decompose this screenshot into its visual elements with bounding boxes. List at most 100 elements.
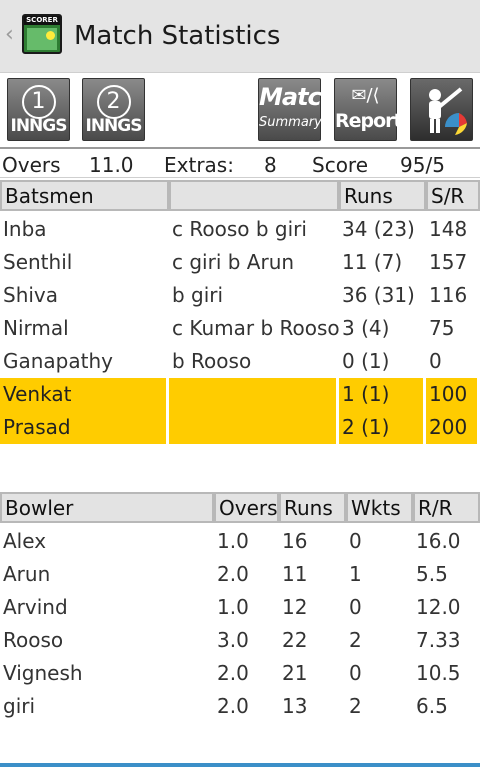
batting-row[interactable]: Senthil c giri b Arun 11 (7) 157	[0, 246, 480, 279]
bowling-row[interactable]: Rooso 3.0 22 2 7.33	[0, 624, 480, 657]
runs-header: Runs	[339, 180, 426, 211]
bowling-header-row: Bowler Overs Runs Wkts R/R	[0, 492, 480, 525]
bowler-name: Vignesh	[3, 661, 83, 685]
bowling-row[interactable]: Alex 1.0 16 0 16.0	[0, 525, 480, 558]
reports-button[interactable]: ✉/⟨ Reports	[334, 78, 413, 141]
bottom-accent-line	[0, 763, 480, 767]
bowling-row[interactable]: giri 2.0 13 2 6.5	[0, 690, 480, 723]
batsman-analysis-button[interactable]	[410, 78, 473, 141]
batting-row[interactable]: Nirmal c Kumar b Rooso 3 (4) 75	[0, 312, 480, 345]
batsman-chart-icon	[429, 87, 467, 135]
match-summary-button[interactable]: Match Summary	[258, 78, 338, 141]
app-logo-text: SCORER	[24, 16, 60, 25]
app-logo-icon[interactable]: SCORER	[22, 14, 62, 54]
runs-value: 0 (1)	[342, 349, 390, 373]
dismissal-text: c giri b Arun	[172, 250, 295, 274]
overs-value: 2.0	[217, 661, 249, 685]
overs-value: 1.0	[217, 529, 249, 553]
dismissal-header	[169, 180, 339, 211]
wickets-value: 2	[349, 694, 362, 718]
bowler-name: Rooso	[3, 628, 64, 652]
divider	[0, 177, 480, 178]
bowler-header: Bowler	[0, 492, 214, 523]
batting-row[interactable]: Ganapathy b Rooso 0 (1) 0	[0, 345, 480, 378]
batsman-name: Prasad	[0, 411, 169, 444]
batsman-name: Senthil	[3, 250, 73, 274]
runs-value: 13	[282, 694, 308, 718]
innings-number: 1	[21, 85, 56, 119]
strike-rate-value: 157	[429, 250, 468, 274]
extras-value: 8	[264, 153, 277, 177]
strike-rate-value: 75	[429, 316, 455, 340]
wickets-value: 0	[349, 529, 362, 553]
run-rate-value: 6.5	[416, 694, 448, 718]
batting-header-row: Batsmen Runs S/R	[0, 180, 480, 213]
page-title: Match Statistics	[74, 21, 281, 51]
runs-value: 11 (7)	[342, 250, 403, 274]
bowling-row[interactable]: Vignesh 2.0 21 0 10.5	[0, 657, 480, 690]
dismissal-text	[169, 411, 339, 444]
mail-share-icon: ✉/⟨	[351, 85, 380, 106]
innings-2-button[interactable]: 2 INNGS	[82, 78, 145, 141]
runs-value: 22	[282, 628, 308, 652]
innings-number: 2	[96, 85, 131, 119]
overs-value: 2.0	[217, 562, 249, 586]
innings-label: INNGS	[85, 116, 143, 136]
action-bar: ‹ SCORER Match Statistics	[0, 0, 480, 73]
score-label: Score	[312, 153, 369, 177]
ball-graphic	[46, 31, 55, 40]
overs-label: Overs	[2, 153, 61, 177]
extras-label: Extras:	[164, 153, 234, 177]
dismissal-text	[169, 378, 339, 411]
batting-row[interactable]: Shiva b giri 36 (31) 116	[0, 279, 480, 312]
match-summary-sublabel: Summary	[259, 115, 322, 130]
score-value: 95/5	[400, 153, 445, 177]
dismissal-text: b giri	[172, 283, 224, 307]
wickets-value: 1	[349, 562, 362, 586]
runs-value: 16	[282, 529, 308, 553]
strike-rate-value: 0	[429, 349, 442, 373]
bowler-name: Arvind	[3, 595, 68, 619]
runs-value: 36 (31)	[342, 283, 415, 307]
bowler-name: giri	[3, 694, 36, 718]
bowler-name: Arun	[3, 562, 51, 586]
batting-row[interactable]: Inba c Rooso b giri 34 (23) 148	[0, 213, 480, 246]
wickets-header: Wkts	[346, 492, 413, 523]
overs-value: 3.0	[217, 628, 249, 652]
runs-value: 3 (4)	[342, 316, 390, 340]
divider	[0, 147, 480, 149]
runs-value: 1 (1)	[339, 378, 426, 411]
match-summary-label: Match	[259, 83, 338, 111]
batsman-name: Inba	[3, 217, 47, 241]
batting-row-not-out[interactable]: Venkat 1 (1) 100	[0, 378, 480, 411]
run-rate-value: 16.0	[416, 529, 461, 553]
runs-value: 12	[282, 595, 308, 619]
wickets-value: 0	[349, 661, 362, 685]
batting-row-not-out[interactable]: Prasad 2 (1) 200	[0, 411, 480, 444]
bowling-row[interactable]: Arvind 1.0 12 0 12.0	[0, 591, 480, 624]
runs-value: 34 (23)	[342, 217, 415, 241]
runs-value: 2 (1)	[339, 411, 426, 444]
innings-1-button[interactable]: 1 INNGS	[7, 78, 70, 141]
overs-value: 1.0	[217, 595, 249, 619]
strike-rate-value: 200	[426, 411, 480, 444]
batsman-name: Shiva	[3, 283, 59, 307]
strike-rate-value: 116	[429, 283, 468, 307]
run-rate-value: 12.0	[416, 595, 461, 619]
innings-label: INNGS	[10, 116, 68, 136]
overs-value: 11.0	[89, 153, 134, 177]
run-rate-value: 7.33	[416, 628, 461, 652]
runs-value: 11	[282, 562, 308, 586]
strike-rate-value: 100	[426, 378, 480, 411]
batsman-name: Venkat	[0, 378, 169, 411]
strike-rate-value: 148	[429, 217, 468, 241]
run-rate-value: 5.5	[416, 562, 448, 586]
runs-value: 21	[282, 661, 308, 685]
wickets-value: 0	[349, 595, 362, 619]
bowling-row[interactable]: Arun 2.0 11 1 5.5	[0, 558, 480, 591]
bowler-name: Alex	[3, 529, 47, 553]
overs-header: Overs	[214, 492, 279, 523]
dismissal-text: b Rooso	[172, 349, 252, 373]
chevron-left-icon[interactable]: ‹	[5, 22, 14, 47]
sr-header: S/R	[426, 180, 480, 211]
